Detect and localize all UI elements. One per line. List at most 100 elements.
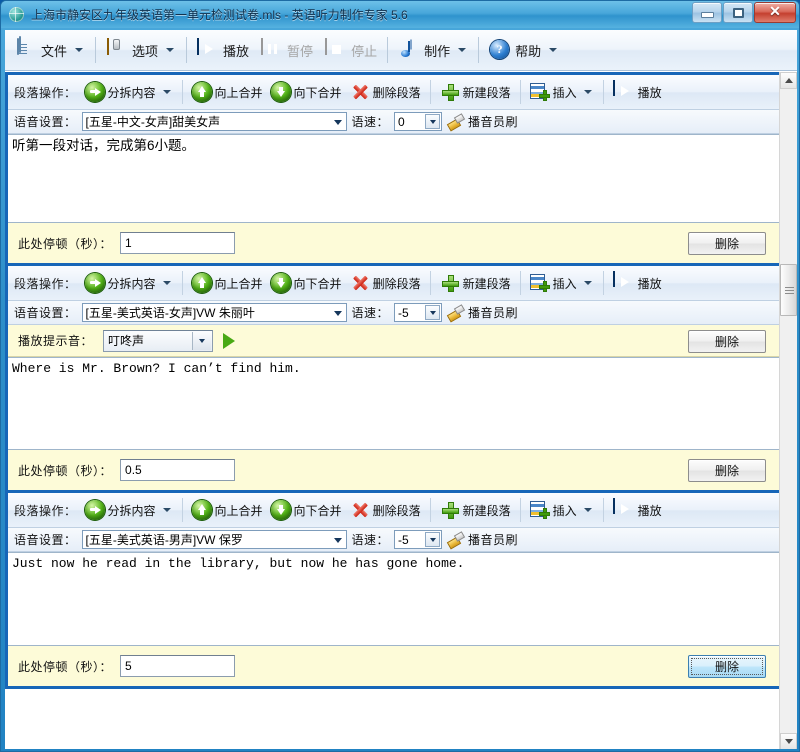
arrow-up-icon [191,273,212,293]
delete-button[interactable]: 删除 [688,459,766,482]
merge-up-button[interactable]: 向上合并 [188,78,267,106]
merge-down-button[interactable]: 向下合并 [267,496,346,524]
paragraph-play-button[interactable]: 播放 [609,269,666,297]
merge-down-label: 向下合并 [293,85,342,100]
announcer-brush-label[interactable]: 播音员刷 [468,531,518,548]
delete-paragraph-button[interactable]: 删除段落 [346,78,425,106]
chevron-down-icon[interactable] [583,508,592,512]
green-plus-icon [440,500,460,520]
hint-sound-select[interactable]: 叮咚声 [103,329,214,352]
toolbar-options-button[interactable]: 选项 [100,33,182,68]
chevron-down-icon[interactable] [162,90,171,94]
arrow-down-icon [270,82,291,102]
delete-paragraph-button[interactable]: 删除段落 [346,496,425,524]
speed-dropdown-button[interactable] [425,532,441,547]
brush-icon[interactable] [447,305,463,321]
chevron-down-icon[interactable] [333,538,342,543]
chevron-down-icon[interactable] [75,48,84,52]
chevron-down-icon[interactable] [333,120,342,125]
vertical-scrollbar[interactable] [779,72,797,749]
chevron-down-icon[interactable] [192,331,212,350]
delete-paragraph-label: 删除段落 [372,85,421,100]
chevron-down-icon[interactable] [458,48,467,52]
speed-stepper[interactable]: 0 [394,112,443,131]
pause-input[interactable]: 5 [120,655,236,677]
paragraph-play-label: 播放 [637,503,662,518]
speed-value: -5 [398,532,409,547]
paragraph-play-button[interactable]: 播放 [609,78,666,106]
pause-input[interactable]: 1 [120,232,236,254]
merge-up-button[interactable]: 向上合并 [188,496,267,524]
toolbar-separator [602,80,604,104]
toolbar-play-button[interactable]: 播放 [191,33,255,68]
split-content-button[interactable]: 分拆内容 [81,78,177,106]
announcer-brush-label[interactable]: 播音员刷 [468,113,518,130]
voice-select[interactable]: [五星-中文-女声]甜美女声 [81,112,347,131]
chevron-down-icon[interactable] [549,48,558,52]
insert-table-icon [529,274,550,292]
toolbar-help-button[interactable]: ? 帮助 [483,33,565,68]
scroll-up-button[interactable] [780,72,797,89]
new-paragraph-button[interactable]: 新建段落 [436,496,515,524]
maximize-icon [732,7,744,18]
chevron-down-icon[interactable] [583,281,592,285]
merge-up-button[interactable]: 向上合并 [188,269,267,297]
paragraph-text-editor[interactable]: 听第一段对话，完成第6小题。 [8,134,780,223]
chevron-down-icon[interactable] [583,90,592,94]
brush-icon[interactable] [447,532,463,548]
toolbar-play-label: 播放 [223,43,250,59]
arrow-down-icon [270,500,291,520]
speed-stepper[interactable]: -5 [394,530,443,549]
app-window: 上海市静安区九年级英语第一单元检测试卷.mls - 英语听力制作专家 5.6 ✕… [0,0,800,752]
speed-dropdown-button[interactable] [425,114,441,129]
delete-button[interactable]: 删除 [688,655,766,678]
green-play-triangle-icon[interactable] [223,332,236,349]
pause-row: 此处停顿（秒）： 1 删除 [8,223,780,263]
chevron-down-icon[interactable] [162,281,171,285]
scroll-down-button[interactable] [780,733,797,749]
paragraph-ops-label: 段落操作： [14,85,77,100]
insert-button[interactable]: 插入 [526,269,598,297]
red-x-icon [350,273,370,293]
paragraph-play-button[interactable]: 播放 [609,496,666,524]
announcer-brush-label[interactable]: 播音员刷 [468,304,518,321]
speed-stepper[interactable]: -5 [394,303,443,322]
close-icon: ✕ [769,4,781,20]
split-content-button[interactable]: 分拆内容 [81,269,177,297]
pause-input[interactable]: 0.5 [120,459,236,481]
chevron-down-icon[interactable] [162,508,171,512]
speed-dropdown-button[interactable] [425,305,441,320]
delete-paragraph-button[interactable]: 删除段落 [346,269,425,297]
toolbar-file-button[interactable]: 文件 [9,33,91,68]
split-content-button[interactable]: 分拆内容 [81,496,177,524]
pause-label: 此处停顿（秒）： [18,659,113,674]
maximize-button[interactable] [723,2,753,23]
title-bar: 上海市静安区九年级英语第一单元检测试卷.mls - 英语听力制作专家 5.6 ✕ [1,1,799,28]
toolbar-separator [429,498,431,522]
insert-button[interactable]: 插入 [526,496,598,524]
close-button[interactable]: ✕ [754,2,796,23]
brush-icon[interactable] [447,114,463,130]
merge-down-button[interactable]: 向下合并 [267,269,346,297]
pause-label: 此处停顿（秒）： [18,463,113,478]
split-arrow-icon [84,273,105,293]
scrollbar-thumb[interactable] [780,264,797,316]
focus-outline [691,658,763,675]
paragraph-text-editor[interactable]: Where is Mr. Brown? I can’t find him. [8,357,780,450]
voice-select[interactable]: [五星-美式英语-男声]VW 保罗 [81,530,347,549]
delete-button[interactable]: 删除 [688,330,766,353]
toolbar-produce-button[interactable]: 制作 [392,33,474,68]
insert-button[interactable]: 插入 [526,78,598,106]
new-paragraph-button[interactable]: 新建段落 [436,269,515,297]
chevron-down-icon[interactable] [166,48,175,52]
voice-select[interactable]: [五星-美式英语-女声]VW 朱丽叶 [81,303,347,322]
paragraph-text-editor[interactable]: Just now he read in the library, but now… [8,552,780,646]
merge-down-button[interactable]: 向下合并 [267,78,346,106]
delete-button[interactable]: 删除 [688,232,766,255]
split-content-label: 分拆内容 [107,85,156,100]
toolbar-separator [181,498,183,522]
chevron-down-icon[interactable] [333,311,342,316]
toolbar-separator [429,271,431,295]
new-paragraph-button[interactable]: 新建段落 [436,78,515,106]
minimize-button[interactable] [692,2,722,23]
